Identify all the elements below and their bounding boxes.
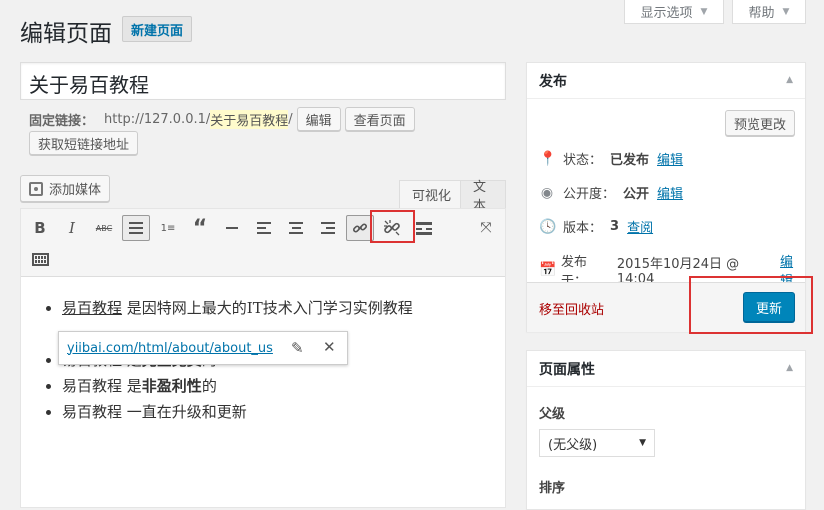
permalink-row: 固定链接： http://127.0.0.1/关于易百教程 / 编辑 查看页面: [29, 107, 415, 131]
permalink-label: 固定链接：: [29, 113, 95, 129]
strikethrough-icon[interactable]: ABC: [90, 215, 118, 241]
revisions-link[interactable]: 查阅: [627, 217, 653, 236]
parent-select[interactable]: (无父级) ▼: [539, 429, 655, 457]
list-item-text: 易百教程: [62, 403, 123, 421]
view-page-button[interactable]: 查看页面: [344, 107, 415, 131]
visibility-row: ◉ 公开度： 公开 编辑: [539, 183, 683, 203]
add-new-page-button[interactable]: 新建页面: [122, 16, 193, 42]
move-to-trash-link[interactable]: 移至回收站: [539, 299, 604, 318]
visibility-value: 公开: [623, 187, 650, 202]
permalink-url-suffix: /: [288, 111, 293, 127]
pencil-icon[interactable]: ✎: [291, 339, 304, 357]
list-item-text: 是因特网上最大的IT技术入门学习实例教程: [122, 299, 413, 317]
linked-text[interactable]: 易百教程: [62, 299, 122, 317]
screen-options-tab[interactable]: 显示选项 ▼: [624, 0, 724, 24]
link-popup: yiibai.com/html/about/about_us ✎ ✕: [58, 331, 348, 365]
align-left-icon[interactable]: [250, 215, 278, 241]
parent-label: 父级: [539, 407, 566, 422]
numbered-list-icon[interactable]: 1≡: [154, 215, 182, 241]
page-attributes-title: 页面属性: [527, 351, 805, 387]
help-tab[interactable]: 帮助 ▼: [732, 0, 806, 24]
eye-icon: ◉: [540, 184, 554, 201]
triangle-down-icon: ▼: [782, 6, 790, 17]
list-item: 易百教程 是因特网上最大的IT技术入门学习实例教程: [62, 295, 505, 321]
page-attributes-box: 页面属性 ▲ 父级 (无父级) ▼ 排序: [526, 350, 806, 510]
list-item-text: 一直在升级和更新: [122, 403, 247, 421]
horizontal-line-icon[interactable]: [218, 215, 246, 241]
publish-title: 发布: [527, 63, 805, 99]
tab-visual[interactable]: 可视化: [399, 180, 465, 208]
list-item-text: 是: [122, 377, 142, 395]
visibility-edit-link[interactable]: 编辑: [657, 183, 683, 202]
permalink-url-prefix: http://127.0.0.1/: [104, 111, 211, 127]
list-item-text: 的: [201, 377, 217, 395]
permalink-edit-button[interactable]: 编辑: [296, 107, 341, 131]
status-edit-link[interactable]: 编辑: [657, 149, 683, 168]
permalink-slug[interactable]: 关于易百教程: [210, 109, 289, 129]
order-label: 排序: [539, 481, 566, 496]
triangle-down-icon: ▼: [700, 6, 708, 17]
revisions-value: 3: [610, 219, 620, 234]
get-shortlink-button[interactable]: 获取短链接地址: [29, 131, 139, 155]
bullet-list-icon[interactable]: [122, 215, 150, 241]
triangle-down-icon: ▼: [639, 438, 646, 448]
add-media-button[interactable]: 添加媒体: [20, 175, 111, 202]
revisions-label: 版本：: [563, 221, 603, 236]
pin-icon: 📍: [539, 150, 557, 167]
status-value: 已发布: [610, 153, 650, 168]
align-right-icon[interactable]: [314, 215, 342, 241]
close-icon[interactable]: ✕: [323, 338, 336, 356]
parent-select-value: (无父级): [548, 437, 598, 453]
help-label: 帮助: [748, 6, 775, 21]
calendar-icon: 📅: [539, 262, 557, 278]
list-item: 易百教程 是非盈利性的: [62, 373, 505, 399]
highlight-box: [370, 210, 415, 243]
blockquote-icon[interactable]: “: [186, 215, 214, 241]
revisions-row: 🕓 版本： 3 查阅: [539, 217, 653, 237]
status-row: 📍 状态： 已发布 编辑: [539, 149, 683, 169]
preview-changes-button[interactable]: 预览更改: [724, 110, 795, 136]
highlight-box: [689, 276, 813, 334]
triangle-up-icon[interactable]: ▲: [786, 75, 793, 85]
add-media-label: 添加媒体: [49, 183, 102, 198]
triangle-up-icon[interactable]: ▲: [786, 363, 793, 373]
visibility-label: 公开度：: [563, 187, 616, 202]
italic-icon[interactable]: I: [58, 215, 86, 241]
list-item-text: 易百教程: [62, 377, 123, 395]
status-label: 状态：: [563, 153, 603, 168]
page-title: 编辑页面: [20, 21, 112, 47]
link-popup-url[interactable]: yiibai.com/html/about/about_us: [67, 341, 273, 356]
post-title-input[interactable]: 关于易百教程: [20, 62, 506, 100]
editor-toolbar: B I ABC 1≡ “ ⤧: [21, 209, 505, 277]
fullscreen-icon[interactable]: ⤧: [472, 215, 500, 241]
media-icon: [29, 181, 43, 196]
align-center-icon[interactable]: [282, 215, 310, 241]
bold-text: 非盈利性: [141, 377, 202, 395]
screen-options-label: 显示选项: [640, 6, 693, 21]
tab-text[interactable]: 文本: [460, 180, 506, 214]
toolbar-toggle-icon[interactable]: [26, 246, 54, 272]
list-item: 易百教程 一直在升级和更新: [62, 399, 505, 425]
bold-icon[interactable]: B: [26, 215, 54, 241]
clock-icon: 🕓: [539, 218, 557, 235]
